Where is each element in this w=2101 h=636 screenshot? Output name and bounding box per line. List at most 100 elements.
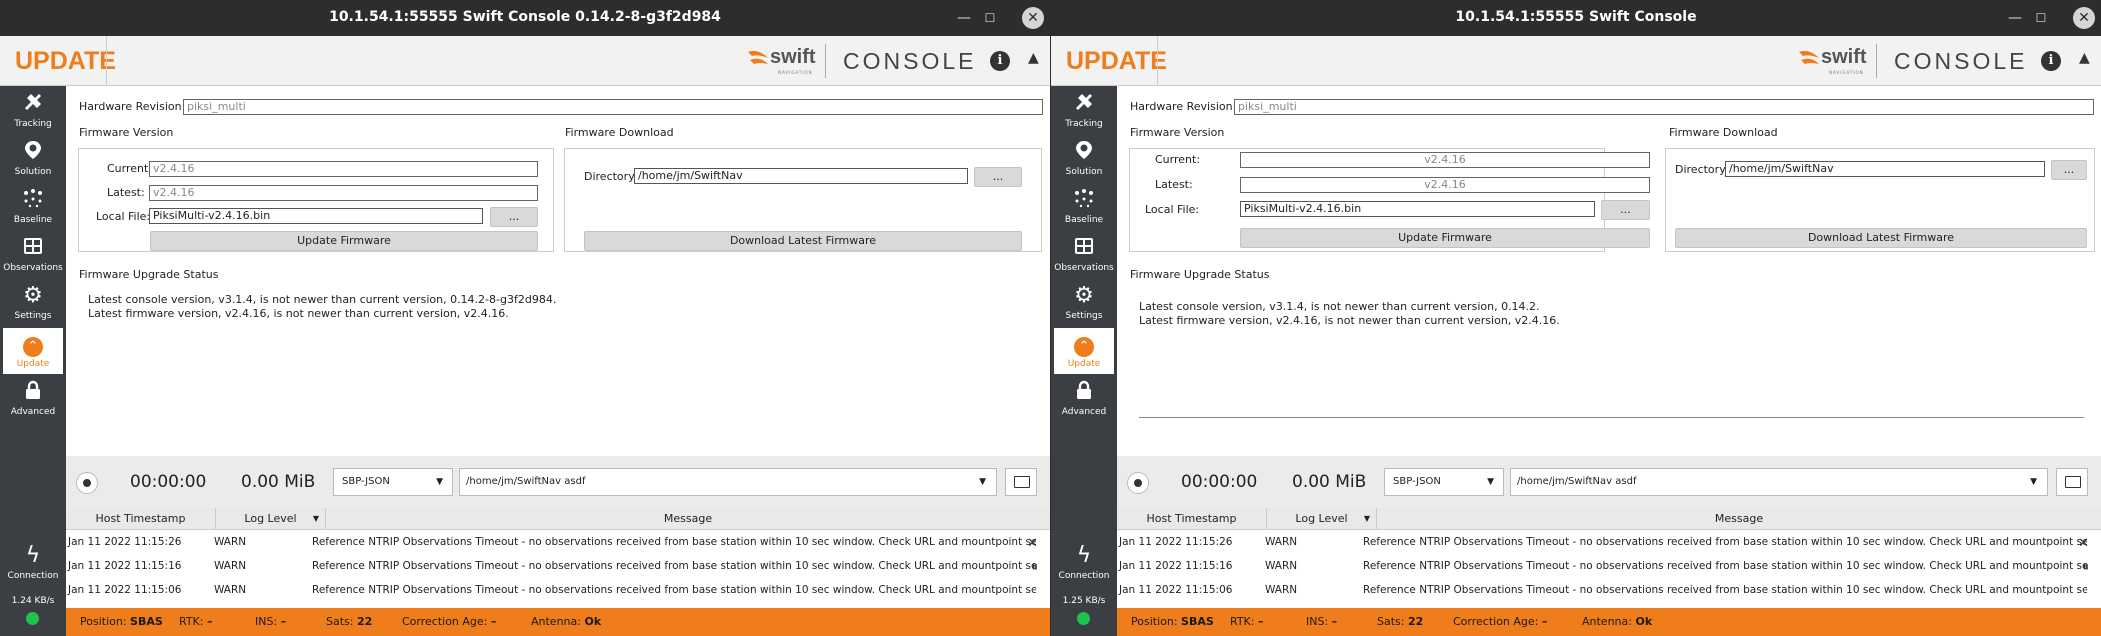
info-icon[interactable]: i (2041, 51, 2061, 71)
sidebar-item-label: Update (16, 359, 50, 369)
rtk-status: RTK: – (179, 615, 213, 628)
recording-directory-value: /home/jm/SwiftNav asdf (1517, 476, 1637, 487)
record-button[interactable] (76, 472, 98, 494)
hardware-revision-field[interactable]: piksi_multi (183, 99, 1043, 115)
close-log-icon[interactable]: ✕ (2078, 536, 2089, 551)
close-window-icon[interactable]: ✕ (2073, 7, 2095, 29)
console-window-left: 10.1.54.1:55555 Swift Console 0.14.2-8-g… (0, 0, 1050, 636)
recording-directory-select[interactable]: /home/jm/SwiftNav asdf ▼ (1510, 468, 2048, 496)
browse-local-file-button[interactable]: ... (1601, 200, 1650, 220)
sidebar-item-settings[interactable]: ⚙ Settings (3, 280, 63, 326)
sidebar-item-baseline[interactable]: Baseline (1054, 184, 1114, 230)
log-level: WARN (1265, 560, 1298, 572)
log-format-select[interactable]: SBP-JSON ▼ (1384, 468, 1504, 496)
connection-status-dot (26, 612, 39, 625)
window-title: 10.1.54.1:55555 Swift Console (1455, 9, 1697, 25)
sidebar-item-solution[interactable]: Solution (1054, 136, 1114, 182)
update-firmware-button[interactable]: Update Firmware (150, 231, 538, 251)
hardware-revision-field[interactable]: piksi_multi (1234, 99, 2094, 115)
sats-status: Sats: 22 (1377, 615, 1424, 628)
column-log-level[interactable]: Log Level ▼ (216, 508, 326, 530)
logo-divider (825, 44, 826, 78)
column-message[interactable]: Message (326, 508, 1050, 530)
log-message: Reference NTRIP Observations Timeout - n… (1363, 560, 2087, 572)
open-folder-button[interactable] (2056, 468, 2088, 496)
collapse-header-icon[interactable]: ▲ (1028, 50, 1039, 66)
close-log-icon[interactable]: ✕ (1027, 536, 1038, 551)
recording-elapsed: 00:00:00 (130, 472, 207, 492)
column-host-timestamp[interactable]: Host Timestamp (66, 508, 216, 530)
sidebar-item-tracking[interactable]: Tracking (1054, 88, 1114, 134)
sidebar-item-update[interactable]: ⌃ Update (3, 328, 63, 374)
browse-directory-button[interactable]: ... (2051, 160, 2087, 180)
browse-directory-button[interactable]: ... (974, 167, 1022, 187)
recording-directory-select[interactable]: /home/jm/SwiftNav asdf ▼ (459, 468, 997, 496)
log-level: WARN (1265, 536, 1298, 548)
latest-label: Latest: (1155, 178, 1193, 191)
update-panel: Hardware Revision: piksi_multi Firmware … (66, 86, 1050, 461)
open-folder-button[interactable] (1005, 468, 1037, 496)
collapse-header-icon[interactable]: ▲ (2079, 50, 2090, 66)
log-table: Host Timestamp Log Level ▼ Message Jan 11… (66, 508, 1050, 608)
sidebar-item-solution[interactable]: Solution (3, 136, 63, 182)
column-host-timestamp[interactable]: Host Timestamp (1117, 508, 1267, 530)
download-latest-firmware-button[interactable]: Download Latest Firmware (584, 231, 1022, 251)
pause-log-icon[interactable]: ⏸ (2083, 560, 2090, 575)
current-version-field[interactable]: v2.4.16 (1240, 152, 1650, 168)
header-divider (1157, 36, 1158, 86)
column-message[interactable]: Message (1377, 508, 2101, 530)
local-file-field[interactable]: PiksiMulti-v2.4.16.bin (149, 208, 483, 224)
status-bar: Position: SBAS RTK: – INS: – Sats: 22 Co… (66, 608, 1050, 636)
close-window-icon[interactable]: ✕ (1022, 7, 1044, 29)
directory-field[interactable]: /home/jm/SwiftNav (634, 168, 968, 184)
current-version-field[interactable]: v2.4.16 (149, 161, 538, 177)
sidebar-item-connection[interactable]: ϟ Connection (1054, 540, 1114, 586)
sidebar-item-advanced[interactable]: Advanced (3, 376, 63, 422)
pause-log-icon[interactable]: ⏸ (1032, 560, 1039, 575)
sidebar-item-settings[interactable]: ⚙ Settings (1054, 280, 1114, 326)
download-latest-firmware-button[interactable]: Download Latest Firmware (1675, 228, 2087, 248)
sidebar-item-label: Tracking (14, 119, 52, 129)
column-label: Log Level (244, 512, 297, 525)
update-firmware-button[interactable]: Update Firmware (1240, 228, 1650, 248)
sidebar-item-tracking[interactable]: Tracking (3, 88, 63, 134)
logo-wordmark: swift (1821, 46, 1867, 68)
table-row[interactable]: Jan 11 2022 11:15:26 WARN Reference NTRI… (1117, 530, 2101, 554)
browse-local-file-button[interactable]: ... (490, 207, 538, 227)
folder-icon (2065, 476, 2081, 488)
latest-version-field[interactable]: v2.4.16 (1240, 177, 1650, 193)
correction-age-status: Correction Age: – (1453, 615, 1548, 628)
latest-version-field[interactable]: v2.4.16 (149, 185, 538, 201)
maximize-icon[interactable]: ☐ (2029, 6, 2053, 30)
column-log-level[interactable]: Log Level ▼ (1267, 508, 1377, 530)
table-row[interactable]: Jan 11 2022 11:15:16 WARN Reference NTRI… (66, 554, 1050, 578)
record-button[interactable] (1127, 472, 1149, 494)
latest-label: Latest: (107, 186, 145, 199)
minimize-icon[interactable]: — (952, 6, 976, 30)
maximize-icon[interactable]: ☐ (978, 6, 1002, 30)
data-rate: 1.25 KB/s (1062, 596, 1106, 606)
swift-bird-icon (1799, 50, 1819, 64)
log-level: WARN (214, 584, 247, 596)
hardware-revision-label: Hardware Revision: (1130, 100, 1237, 113)
table-row[interactable]: Jan 11 2022 11:15:06 WARN Reference NTRI… (66, 578, 1050, 602)
log-format-select[interactable]: SBP-JSON ▼ (333, 468, 453, 496)
sidebar-item-baseline[interactable]: Baseline (3, 184, 63, 230)
table-row[interactable]: Jan 11 2022 11:15:26 WARN Reference NTRI… (66, 530, 1050, 554)
sidebar-item-update[interactable]: ⌃ Update (1054, 328, 1114, 374)
app-header: UPDATE swift NAVIGATION CONSOLE i ▲ (1051, 36, 2101, 86)
app-header: UPDATE swift NAVIGATION CONSOLE i ▲ (0, 36, 1050, 86)
local-file-field[interactable]: PiksiMulti-v2.4.16.bin (1240, 201, 1595, 217)
table-row[interactable]: Jan 11 2022 11:15:06 WARN Reference NTRI… (1117, 578, 2101, 602)
info-icon[interactable]: i (990, 51, 1010, 71)
sidebar-item-connection[interactable]: ϟ Connection (3, 540, 63, 586)
table-row[interactable]: Jan 11 2022 11:15:16 WARN Reference NTRI… (1117, 554, 2101, 578)
minimize-icon[interactable]: — (2003, 6, 2027, 30)
log-timestamp: Jan 11 2022 11:15:16 (1119, 560, 1233, 572)
sidebar-item-advanced[interactable]: Advanced (1054, 376, 1114, 422)
sidebar-item-observations[interactable]: Observations (1054, 232, 1114, 278)
directory-field[interactable]: /home/jm/SwiftNav (1725, 161, 2045, 177)
logo-divider (1876, 44, 1877, 78)
sidebar-item-observations[interactable]: Observations (3, 232, 63, 278)
ins-status: INS: – (1306, 615, 1338, 628)
